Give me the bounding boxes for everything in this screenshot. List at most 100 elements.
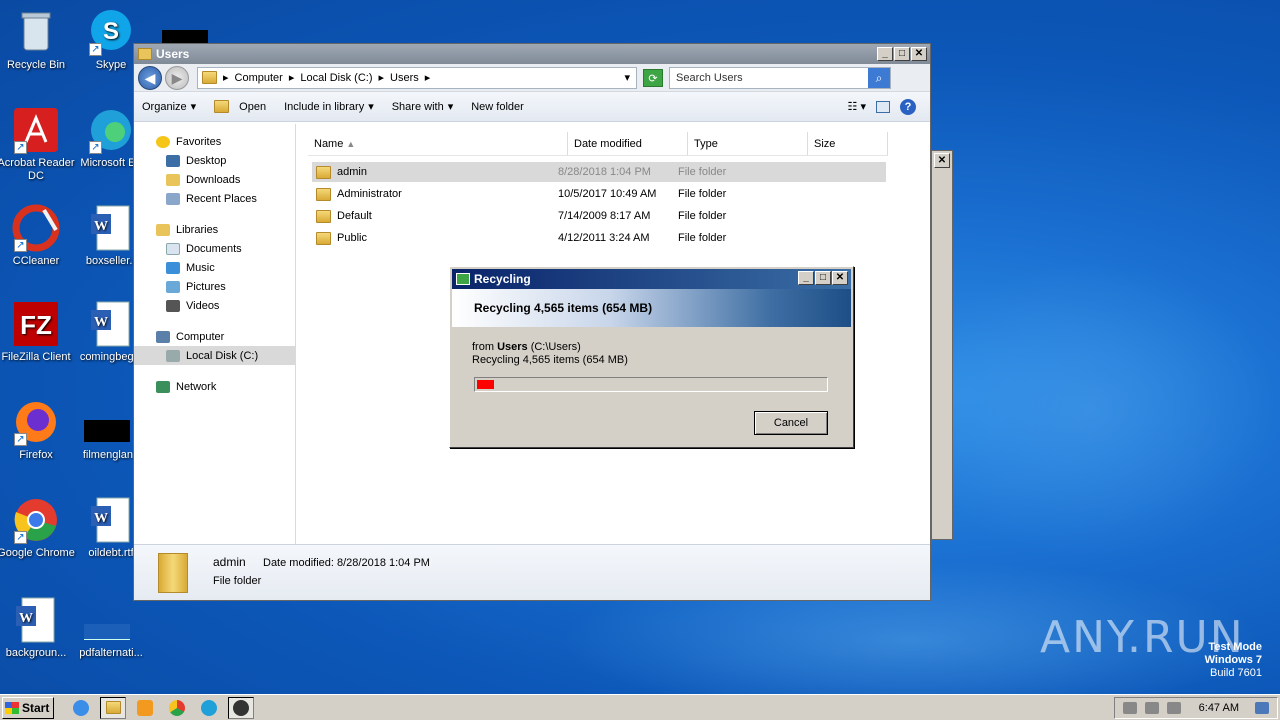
close-button[interactable]: ✕ [911, 47, 927, 61]
desktop-icon-recycle-bin[interactable]: Recycle Bin [0, 8, 76, 72]
desktop-icon-acrobat[interactable]: ↗ Acrobat Reader DC [0, 106, 76, 183]
clock[interactable]: 6:47 AM [1199, 702, 1239, 714]
action-center-flag-icon[interactable] [1166, 701, 1181, 714]
desktop-icon-pdfalternative[interactable]: pdfalternati... [71, 596, 151, 660]
navigation-pane: Favorites Desktop Downloads Recent Place… [134, 124, 296, 544]
nav-pictures[interactable]: Pictures [134, 277, 295, 296]
desktop-icon-background[interactable]: W backgroun... [0, 596, 76, 660]
close-icon[interactable]: ✕ [934, 153, 950, 168]
column-header-type[interactable]: Type [688, 132, 808, 155]
address-dropdown-icon[interactable]: ▾ [624, 71, 630, 84]
chrome-icon: ↗ [12, 496, 60, 544]
table-row[interactable]: Public 4/12/2011 3:24 AM File folder [312, 228, 886, 248]
network-icon[interactable] [1144, 701, 1159, 714]
table-row[interactable]: Default 7/14/2009 8:17 AM File folder [312, 206, 886, 226]
word-document-icon: W [87, 204, 135, 252]
command-bar: Organize ▾ Open Include in library ▾ Share… [134, 92, 930, 122]
svg-text:W: W [94, 511, 108, 526]
breadcrumb-computer[interactable]: Computer [235, 72, 283, 84]
desktop-icon-filezilla[interactable]: FZ FileZilla Client [0, 300, 76, 364]
dialog-close-button[interactable]: ✕ [832, 271, 848, 285]
word-document-icon: W [87, 496, 135, 544]
preview-pane-icon[interactable] [876, 100, 890, 113]
view-options-icon[interactable]: ☷ ▾ [848, 100, 866, 113]
desktop-icon-firefox[interactable]: ↗ Firefox [0, 398, 76, 462]
new-folder-button[interactable]: New folder [471, 101, 524, 113]
progress-bar [474, 377, 828, 392]
include-in-library-button[interactable]: Include in library ▾ [284, 100, 374, 114]
nav-recent-places[interactable]: Recent Places [134, 189, 295, 208]
edge-icon [201, 699, 217, 716]
nav-computer[interactable]: Computer [134, 327, 295, 346]
back-button[interactable]: ◀ [138, 65, 162, 90]
documents-icon [166, 242, 180, 255]
column-header-date[interactable]: Date modified [568, 132, 688, 155]
downloads-icon [166, 173, 180, 186]
taskbar-app[interactable] [228, 696, 254, 719]
filezilla-icon: FZ [12, 300, 60, 348]
details-pane: admin Date modified: 8/28/2018 1:04 PM F… [134, 544, 930, 600]
details-name: admin [213, 555, 246, 569]
table-row[interactable]: Administrator 10/5/2017 10:49 AM File fo… [312, 184, 886, 204]
minimize-button[interactable]: _ [877, 47, 893, 61]
taskbar-media-player[interactable] [132, 697, 158, 719]
nav-favorites[interactable]: Favorites [134, 132, 295, 151]
svg-text:FZ: FZ [20, 310, 52, 340]
start-button[interactable]: Start [2, 696, 54, 719]
nav-libraries[interactable]: Libraries [134, 220, 295, 239]
explorer-icon [105, 701, 121, 714]
search-icon[interactable]: ⌕ [868, 67, 890, 88]
locked-folder-icon [316, 165, 331, 179]
search-input[interactable]: Search Users ⌕ [669, 66, 891, 89]
desktop-icon-ccleaner[interactable]: ↗ CCleaner [0, 204, 76, 268]
nav-local-disk[interactable]: Local Disk (C:) [134, 346, 295, 365]
share-with-button[interactable]: Share with ▾ [392, 100, 454, 114]
show-desktop-icon[interactable] [1255, 701, 1269, 714]
desktop-icon-chrome[interactable]: ↗ Google Chrome [0, 496, 76, 560]
taskbar-chrome[interactable] [164, 697, 190, 719]
help-icon[interactable]: ? [900, 98, 916, 115]
folder-icon [316, 187, 331, 201]
recent-places-icon [166, 192, 180, 205]
svg-text:W: W [19, 611, 33, 626]
volume-icon[interactable] [1122, 701, 1137, 714]
background-window-edge: ✕ [931, 150, 953, 540]
address-box[interactable]: ▸ Computer ▸ Local Disk (C:) ▸ Users ▸ ▾ [197, 66, 637, 89]
maximize-button[interactable]: □ [894, 47, 910, 61]
breadcrumb-local-disk[interactable]: Local Disk (C:) [300, 72, 372, 84]
taskbar-explorer[interactable] [100, 696, 126, 719]
breadcrumb-users[interactable]: Users [390, 72, 419, 84]
folder-icon [138, 48, 152, 60]
column-header-name[interactable]: Name ▲ [308, 132, 568, 155]
refresh-button[interactable]: ⟳ [643, 68, 663, 87]
svg-text:S: S [103, 18, 119, 45]
open-button[interactable]: Open [214, 100, 266, 113]
dialog-titlebar[interactable]: Recycling _ □ ✕ [452, 269, 851, 289]
redacted-block [162, 30, 208, 44]
dialog-status: Recycling 4,565 items (654 MB) [472, 354, 628, 366]
dialog-maximize-button[interactable]: □ [815, 271, 831, 285]
organize-button[interactable]: Organize ▾ [142, 100, 196, 114]
computer-icon [156, 330, 170, 343]
word-document-icon: W [87, 300, 135, 348]
taskbar-edge[interactable] [196, 697, 222, 719]
chrome-icon [169, 699, 185, 716]
table-row[interactable]: admin 8/28/2018 1:04 PM File folder [312, 162, 886, 182]
redacted-thumbnail [84, 624, 130, 640]
nav-music[interactable]: Music [134, 258, 295, 277]
nav-videos[interactable]: Videos [134, 296, 295, 315]
taskbar-ie[interactable] [68, 697, 94, 719]
details-date-label: Date modified: [263, 557, 334, 569]
column-header-size[interactable]: Size [808, 132, 888, 155]
explorer-titlebar[interactable]: Users _ □ ✕ [134, 44, 930, 64]
nav-network[interactable]: Network [134, 377, 295, 396]
nav-desktop[interactable]: Desktop [134, 151, 295, 170]
nav-documents[interactable]: Documents [134, 239, 295, 258]
nav-downloads[interactable]: Downloads [134, 170, 295, 189]
dialog-minimize-button[interactable]: _ [798, 271, 814, 285]
recycle-bin-icon [12, 8, 60, 56]
windows-logo-icon [5, 701, 19, 714]
folder-icon [316, 231, 331, 245]
forward-button[interactable]: ▶ [165, 65, 189, 90]
cancel-button[interactable]: Cancel [754, 411, 828, 435]
